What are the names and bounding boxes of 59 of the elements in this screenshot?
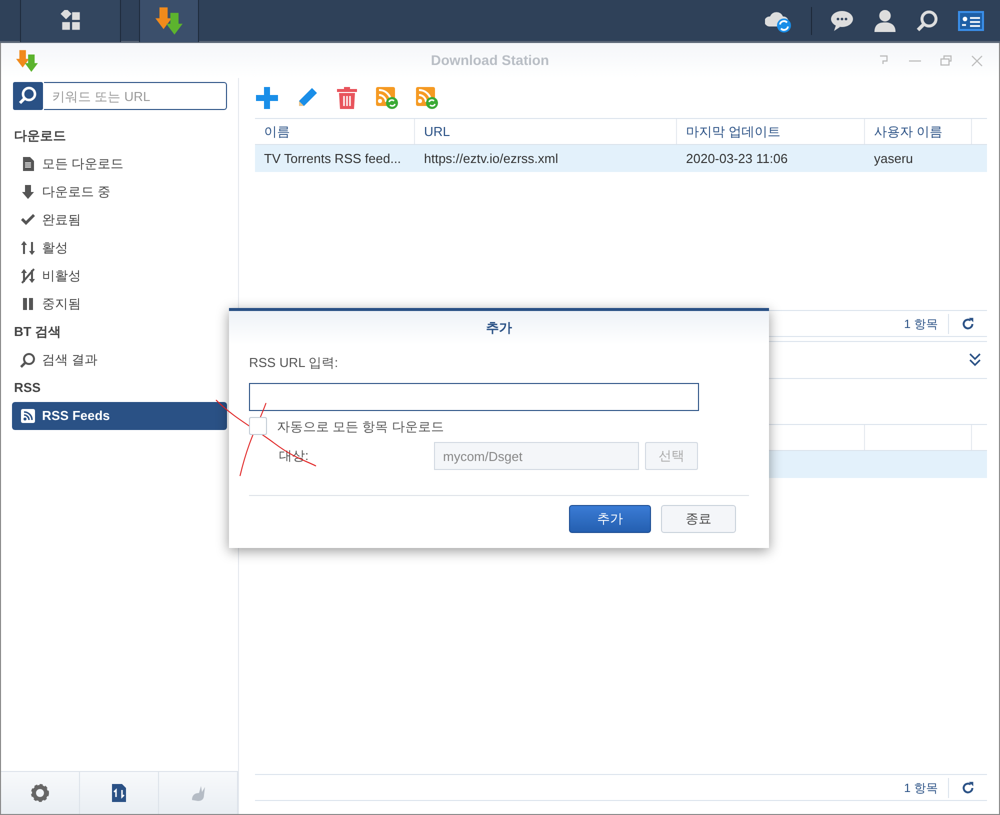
down-arrow-icon (20, 184, 36, 200)
rss-icon (20, 408, 36, 424)
primary-button[interactable]: 추가 (569, 505, 651, 533)
main-menu-button[interactable] (20, 0, 121, 42)
sidebar-item[interactable]: 활성 (12, 234, 227, 262)
plus-icon[interactable] (255, 86, 279, 110)
check-icon (20, 212, 36, 228)
column-header[interactable]: 마지막 업데이트 (677, 119, 865, 144)
section-heading: 다운로드 (13, 127, 67, 145)
sidebar-item[interactable]: 중지됨 (12, 290, 227, 318)
column-header[interactable]: 사용자 이름 (865, 119, 972, 144)
sidebar-item[interactable]: 비활성 (12, 262, 227, 290)
search-field[interactable]: 키워드 또는 URL (44, 82, 227, 110)
destination-field: mycom/Dsget (434, 442, 639, 470)
sidebar-item[interactable]: 다운로드 중 (12, 178, 227, 206)
refresh-icon[interactable] (961, 316, 975, 330)
checkbox-label: 자동으로 모든 항목 다운로드 (277, 418, 444, 436)
column-header[interactable]: URL (415, 119, 677, 144)
search-icon[interactable] (916, 10, 938, 32)
widget-card-icon[interactable] (958, 10, 984, 30)
table-cell-text: 2020-03-23 11:06 (685, 150, 789, 168)
column-header[interactable]: 이름 (255, 119, 415, 144)
item-count: 1 항목 (904, 778, 949, 798)
section-heading: BT 검색 (13, 323, 62, 341)
table-cell-text: https://eztv.io/ezrss.xml (423, 150, 560, 168)
field-label: RSS URL 입력: (249, 354, 340, 372)
section-heading: RSS (13, 379, 42, 397)
download-arrows-icon (15, 48, 39, 72)
table-cell-text: yaseru (873, 150, 914, 168)
table-cell-text: TV Torrents RSS feed... (263, 150, 402, 168)
dialog-title: 추가 (229, 311, 769, 345)
up-down-arrows-icon (20, 240, 36, 256)
sidebar-item[interactable]: 모든 다운로드 (12, 150, 227, 178)
refresh-icon[interactable] (961, 780, 975, 794)
search-icon[interactable] (12, 82, 44, 110)
document-icon (20, 156, 36, 172)
transfer-file-icon[interactable] (109, 783, 129, 803)
sidebar-item[interactable]: 검색 결과 (12, 346, 227, 374)
download-arrows-icon (154, 6, 184, 36)
secondary-button[interactable]: 종료 (661, 505, 736, 533)
user-icon[interactable] (874, 9, 896, 32)
grid-icon (60, 10, 82, 32)
checkbox[interactable] (249, 417, 267, 436)
download-station-taskbar-button[interactable] (139, 0, 199, 42)
sidebar-item[interactable]: 완료됨 (12, 206, 227, 234)
trash-icon[interactable] (335, 86, 359, 110)
double-chevron-icon[interactable] (969, 353, 981, 367)
sidebar-item[interactable]: RSS Feeds (12, 402, 227, 430)
settings-icon[interactable] (30, 783, 50, 803)
chat-icon[interactable] (830, 10, 854, 32)
search-icon (20, 352, 36, 368)
input-field[interactable] (249, 382, 699, 410)
rss-refresh-icon[interactable] (375, 86, 399, 110)
item-count: 1 항목 (904, 314, 949, 334)
table-row[interactable]: TV Torrents RSS feed... https://eztv.io/ezrss.xml 2020-03-23 11:06 yaseru (255, 145, 987, 172)
rss-refresh-icon[interactable] (415, 86, 439, 110)
pause-icon (20, 296, 36, 312)
crossed-arrows-icon (20, 268, 36, 284)
window-title: Download Station (430, 51, 550, 70)
